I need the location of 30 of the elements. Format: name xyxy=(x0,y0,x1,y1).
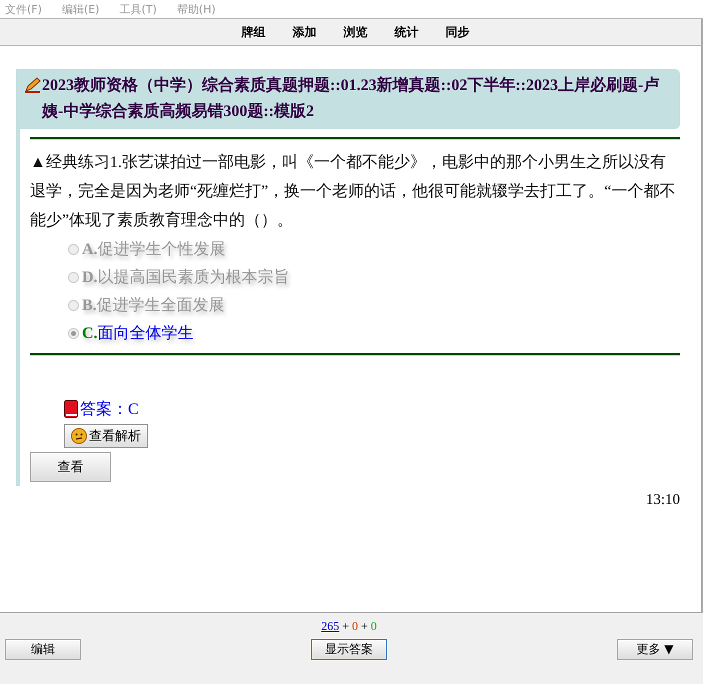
view-button[interactable]: 查看 xyxy=(30,452,111,482)
book-icon xyxy=(64,400,78,418)
time-text: 13:10 xyxy=(644,492,680,509)
radio-button[interactable] xyxy=(68,272,79,282)
more-button[interactable]: 更多 ▼ xyxy=(617,639,693,660)
radio-button[interactable] xyxy=(68,300,79,310)
toolbar-link[interactable]: 牌组 xyxy=(242,24,266,40)
pencil-icon xyxy=(24,77,42,93)
card-count[interactable]: 265 xyxy=(321,619,340,634)
answer-text: 答案：C xyxy=(80,399,139,420)
show-answer-button[interactable]: 显示答案 xyxy=(311,639,387,660)
option-label: B.促进学生全面发展 xyxy=(82,296,225,316)
option-label: D.以提高国民素质为根本宗旨 xyxy=(82,268,290,288)
radio-button[interactable] xyxy=(68,328,79,338)
view-analysis-button[interactable]: 查看解析 xyxy=(64,424,148,448)
toolbar-link[interactable]: 统计 xyxy=(394,24,418,40)
radio-button[interactable] xyxy=(68,244,79,254)
toolbar-link[interactable]: 浏览 xyxy=(344,24,368,40)
card-count: 0 xyxy=(352,619,358,634)
toolbar-link[interactable]: 添加 xyxy=(292,24,316,40)
question-text: ▲经典练习1.张艺谋拍过一部电影，叫《一个都不能少》，电影中的那个小男生之所以没有退学，完全是因为老师“死缠烂打”，换一个老师的话，他很可能就辍学去打工了。“一个都不能少”体现了素质教育理念中的（）。 xyxy=(30,152,676,231)
emoji-icon xyxy=(71,428,87,444)
plus-sign: + xyxy=(342,619,349,634)
toolbar-link[interactable]: 同步 xyxy=(446,24,470,40)
deck-title: 2023教师资格（中学）综合素质真题押题::01.23新增真题::02下半年::2023上岸必刷题-卢姨-中学综合素质高频易错300题::模版2 xyxy=(42,75,660,122)
edit-button[interactable]: 编辑 xyxy=(5,639,81,660)
option-label: C.面向全体学生 xyxy=(82,324,194,344)
option-label: A.促进学生个性发展 xyxy=(82,240,226,260)
plus-sign: + xyxy=(361,619,368,634)
card-count: 0 xyxy=(370,619,377,634)
